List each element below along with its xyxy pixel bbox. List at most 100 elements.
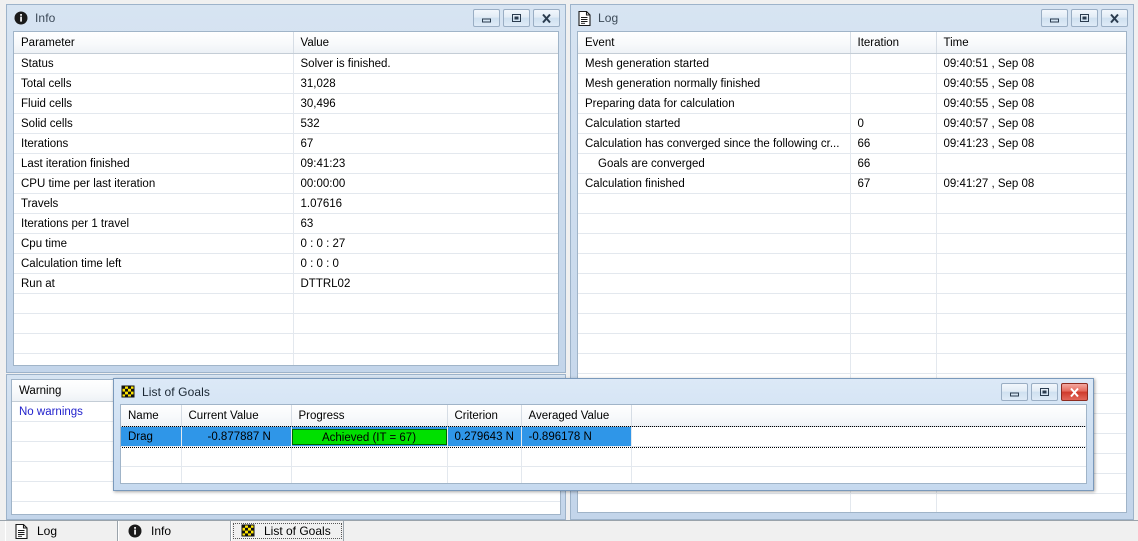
info-cell-value: 31,028 <box>293 73 558 94</box>
close-icon[interactable] <box>1101 9 1128 27</box>
minimize-icon[interactable] <box>473 9 500 27</box>
table-row[interactable]: Mesh generation normally finished 09:40:5… <box>578 73 1126 94</box>
log-cell-event: Mesh generation normally finished <box>578 73 851 94</box>
log-cell-event: Calculation finished <box>578 173 851 194</box>
info-cell-value: 532 <box>293 113 558 134</box>
info-cell-value: 00:00:00 <box>293 173 558 194</box>
table-row-empty <box>14 313 558 334</box>
goal-cell-criterion: 0.279643 N <box>447 426 522 447</box>
tab-label: Info <box>151 524 172 538</box>
table-row[interactable]: Calculation started 0 09:40:57 , Sep 08 <box>578 113 1126 134</box>
log-cell-event: Calculation started <box>578 113 851 134</box>
info-window-buttons[interactable] <box>473 9 560 27</box>
empty-cell <box>936 293 1126 314</box>
table-row-empty <box>578 193 1126 214</box>
restore-icon[interactable] <box>1031 383 1058 401</box>
goals-column-current-value[interactable]: Current Value <box>181 405 292 427</box>
log-cell-iteration: 66 <box>850 133 937 154</box>
goal-cell-averaged-value: -0.896178 N <box>521 426 632 447</box>
log-window-titlebar[interactable]: Log <box>571 5 1133 31</box>
empty-cell <box>936 193 1126 214</box>
tab-info[interactable]: Info <box>118 521 231 541</box>
info-cell-value: 1.07616 <box>293 193 558 214</box>
goal-cell-name: Drag <box>121 426 182 447</box>
table-row[interactable]: Goals are converged 66 <box>578 153 1126 174</box>
table-row[interactable]: Calculation finished 67 09:41:27 , Sep 08 <box>578 173 1126 194</box>
empty-cell <box>936 333 1126 354</box>
table-row-empty <box>578 273 1126 294</box>
empty-cell <box>850 273 937 294</box>
empty-cell <box>578 273 851 294</box>
log-column-time[interactable]: Time <box>936 32 1126 54</box>
table-row-empty <box>121 466 1086 483</box>
log-column-event[interactable]: Event <box>578 32 851 54</box>
log-cell-event: Mesh generation started <box>578 53 851 74</box>
minimize-icon[interactable] <box>1041 9 1068 27</box>
goals-column-progress[interactable]: Progress <box>291 405 448 427</box>
empty-cell <box>12 501 560 514</box>
table-row[interactable]: Travels 1.07616 <box>14 193 558 214</box>
info-window-titlebar[interactable]: Info <box>7 5 565 31</box>
restore-icon[interactable] <box>503 9 530 27</box>
log-column-iteration[interactable]: Iteration <box>850 32 937 54</box>
info-window[interactable]: Info Parameter Value Status Solver is fin… <box>6 4 566 373</box>
table-row[interactable]: Calculation time left 0 : 0 : 0 <box>14 253 558 274</box>
log-cell-event: Preparing data for calculation <box>578 93 851 114</box>
goals-window-title: List of Goals <box>142 385 210 399</box>
table-row[interactable]: Calculation has converged since the foll… <box>578 133 1126 154</box>
list-of-goals-window[interactable]: List of Goals Name Current Value Progres… <box>113 378 1094 491</box>
goals-column-averaged-value[interactable]: Averaged Value <box>521 405 632 427</box>
empty-cell <box>936 273 1126 294</box>
info-circle-icon <box>14 11 28 25</box>
table-row[interactable]: Mesh generation started 09:40:51 , Sep 08 <box>578 53 1126 74</box>
empty-cell <box>578 193 851 214</box>
goals-column-criterion[interactable]: Criterion <box>447 405 522 427</box>
info-cell-value: 30,496 <box>293 93 558 114</box>
log-window-buttons[interactable] <box>1041 9 1128 27</box>
info-column-value[interactable]: Value <box>293 32 558 54</box>
table-row[interactable]: Status Solver is finished. <box>14 53 558 74</box>
table-row[interactable]: Run at DTTRL02 <box>14 273 558 294</box>
info-column-parameter[interactable]: Parameter <box>14 32 294 54</box>
log-cell-iteration: 66 <box>850 153 937 174</box>
tab-list-of-goals[interactable]: List of Goals <box>231 521 344 541</box>
info-cell-parameter: Last iteration finished <box>14 153 294 174</box>
info-cell-value: 09:41:23 <box>293 153 558 174</box>
empty-cell <box>578 233 851 254</box>
table-row[interactable]: Cpu time 0 : 0 : 27 <box>14 233 558 254</box>
log-cell-event: Goals are converged <box>578 153 851 174</box>
goals-table[interactable]: Name Current Value Progress Criterion Av… <box>120 404 1087 484</box>
bottom-tab-bar[interactable]: Log Info List of Goals <box>0 520 1138 541</box>
empty-cell <box>447 446 522 467</box>
close-icon[interactable] <box>1061 383 1088 401</box>
table-row[interactable]: Solid cells 532 <box>14 113 558 134</box>
info-table[interactable]: Parameter Value Status Solver is finished… <box>13 31 559 366</box>
table-row-empty <box>578 333 1126 354</box>
table-row[interactable]: Iterations 67 <box>14 133 558 154</box>
goals-column-name[interactable]: Name <box>121 405 182 427</box>
table-row[interactable]: Drag -0.877887 N Achieved (IT = 67) 0.27964… <box>121 425 1086 448</box>
progress-bar: Achieved (IT = 67) <box>291 429 446 445</box>
restore-icon[interactable] <box>1071 9 1098 27</box>
tab-label: Log <box>37 524 58 538</box>
empty-cell <box>850 493 937 512</box>
log-cell-time: 09:40:55 , Sep 08 <box>936 93 1126 114</box>
log-cell-time: 09:40:51 , Sep 08 <box>936 53 1126 74</box>
tab-log[interactable]: Log <box>5 521 118 541</box>
empty-cell <box>850 253 937 274</box>
table-row[interactable]: Iterations per 1 travel 63 <box>14 213 558 234</box>
table-row[interactable]: Preparing data for calculation 09:40:55 ,… <box>578 93 1126 114</box>
goals-window-titlebar[interactable]: List of Goals <box>114 379 1093 405</box>
table-row[interactable]: Total cells 31,028 <box>14 73 558 94</box>
goal-cell-filler <box>631 426 1086 447</box>
empty-cell <box>14 333 294 354</box>
table-row[interactable]: Last iteration finished 09:41:23 <box>14 153 558 174</box>
info-cell-parameter: Total cells <box>14 73 294 94</box>
minimize-icon[interactable] <box>1001 383 1028 401</box>
close-icon[interactable] <box>533 9 560 27</box>
empty-cell <box>181 446 292 467</box>
info-cell-value: DTTRL02 <box>293 273 558 294</box>
goals-window-buttons[interactable] <box>1001 383 1088 401</box>
table-row[interactable]: CPU time per last iteration 00:00:00 <box>14 173 558 194</box>
table-row[interactable]: Fluid cells 30,496 <box>14 93 558 114</box>
